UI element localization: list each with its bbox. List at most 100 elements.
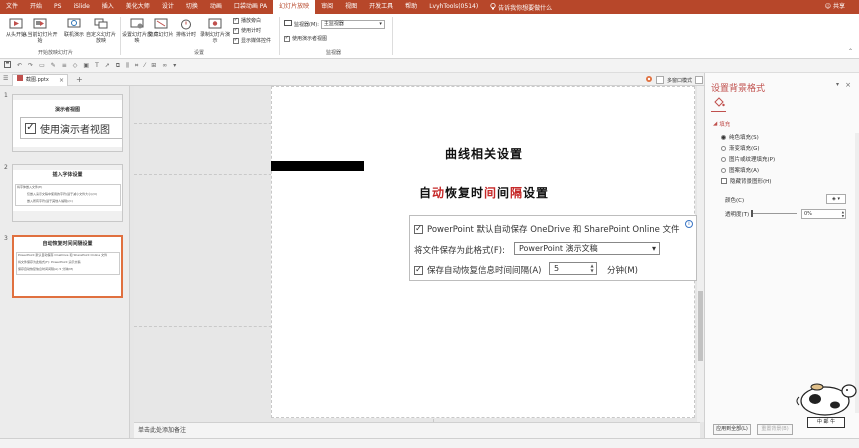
slide-vertical-scrollbar[interactable]	[697, 86, 704, 422]
close-tab-icon[interactable]: ×	[59, 75, 64, 86]
stopwatch-icon	[179, 17, 193, 30]
group-label-monitor: 监视器	[326, 50, 342, 56]
record-button[interactable]: 录制幻灯片演示	[198, 17, 232, 44]
slide-title-autorecover[interactable]: 自动恢复时间间隔设置	[272, 184, 696, 201]
fill-solid-radio[interactable]: 纯色填充(S)	[721, 133, 759, 141]
fill-pattern-radio[interactable]: 图案填充(A)	[721, 166, 759, 174]
tell-me-text: 告诉我你想要做什么	[498, 4, 553, 12]
custom-show-button[interactable]: 自定义幻灯片放映	[86, 17, 116, 44]
fill-picture-radio[interactable]: 图片或纹理填充(P)	[721, 155, 775, 163]
autorecover-interval-label: 保存自动恢复信息时间间隔(A)	[427, 266, 542, 276]
show-media-label: 显示媒体控件	[241, 38, 272, 44]
reset-background-button[interactable]: 重置背景(B)	[757, 424, 793, 435]
table-icon[interactable]: ⊞	[151, 62, 156, 69]
share-button[interactable]: ☺ 共享	[825, 0, 845, 14]
arrow-icon[interactable]: ➚	[105, 62, 110, 69]
notes-pane[interactable]: 单击此处添加备注	[134, 422, 700, 438]
tab-list-icon[interactable]: ☰	[3, 75, 8, 82]
shape-icon[interactable]: ◇	[73, 62, 78, 69]
hide-slide-label: 隐藏幻灯片	[148, 32, 174, 38]
customize-qat-icon[interactable]: ▾	[173, 62, 176, 69]
new-tab-button[interactable]: +	[76, 74, 83, 85]
use-presenter-checkbox[interactable]: ✓ 使用演示者视图	[284, 35, 327, 42]
autorecover-minutes-spinner[interactable]: 5 ▲ ▼	[549, 262, 597, 275]
pane-options-icon[interactable]: ▾	[836, 81, 839, 88]
color-picker-button[interactable]: ◈ ▾	[826, 194, 846, 204]
title-char-red: 隔	[510, 186, 524, 200]
format-painter-icon[interactable]: ✎	[51, 62, 56, 69]
hide-slide-button[interactable]: 隐藏幻灯片	[148, 17, 174, 38]
slider-knob[interactable]	[751, 210, 753, 217]
tab-review[interactable]: 审阅	[315, 0, 339, 14]
slide-title-curve[interactable]: 曲线相关设置	[272, 145, 696, 162]
save-format-dropdown[interactable]: PowerPoint 演示文稿	[514, 242, 660, 255]
tab-slideshow[interactable]: 幻灯片放映	[273, 0, 316, 14]
from-current-button[interactable]: 从当前幻灯片开始	[22, 17, 58, 44]
transparency-input[interactable]: 0% ▲ ▼	[801, 209, 846, 219]
rehearse-button[interactable]: 排练计时	[172, 17, 200, 38]
tab-lvyhtools[interactable]: LvyhTools(0514)	[423, 0, 484, 14]
distribute-icon[interactable]: ⫼	[126, 62, 129, 70]
monitor-icon	[284, 20, 292, 29]
tab-home[interactable]: 开始	[24, 0, 48, 14]
group-icon[interactable]: ⧉	[116, 62, 120, 70]
text-icon[interactable]: T	[95, 62, 99, 69]
use-timings-checkbox[interactable]: ✓ 使用计时	[233, 27, 261, 34]
fill-gradient-radio[interactable]: 渐变填充(G)	[721, 144, 760, 152]
save-icon[interactable]	[4, 61, 11, 70]
play-narration-checkbox[interactable]: ✓ 播放旁白	[233, 17, 261, 24]
tab-ps[interactable]: PS	[48, 0, 67, 14]
scrollbar-thumb[interactable]	[698, 291, 703, 361]
autosave-onedrive-option[interactable]: ✓ PowerPoint 默认自动保存 OneDrive 和 SharePoin…	[414, 223, 680, 235]
show-media-checkbox[interactable]: ✓ 显示媒体控件	[233, 37, 271, 44]
tab-file[interactable]: 文件	[0, 0, 24, 14]
pane-scrollbar[interactable]	[855, 133, 859, 413]
slide-thumbnail-2[interactable]: 插入字体设置 将字体嵌入文件(E) 仅嵌入演示文稿中使用的字符(适于减小文件大小…	[12, 164, 123, 222]
tab-design[interactable]: 设计	[156, 0, 180, 14]
tab-islide[interactable]: iSlide	[67, 0, 95, 14]
autosave-options-panel: i ✓ PowerPoint 默认自动保存 OneDrive 和 SharePo…	[409, 215, 697, 281]
align-icon[interactable]: ≡	[62, 62, 67, 69]
autorecover-interval-option[interactable]: ✓ 保存自动恢复信息时间间隔(A)	[414, 264, 541, 276]
slide-thumbnail-3[interactable]: 自动恢复时间间隔设置 PowerPoint 默认自动保存 OneDrive 和 …	[12, 235, 123, 298]
tab-transitions[interactable]: 切换	[180, 0, 204, 14]
close-pane-icon[interactable]: ×	[845, 81, 851, 89]
spinner-arrows-icon[interactable]: ▲ ▼	[588, 263, 596, 274]
tab-beautify[interactable]: 美化大师	[120, 0, 156, 14]
fill-section-header[interactable]: ◢ 填充	[713, 120, 730, 128]
transparency-slider[interactable]	[751, 210, 797, 217]
checkbox-checked[interactable]: ✓	[414, 224, 423, 234]
slide-thumbnail-1[interactable]: 演示者视图 ✓ 使用演示者视图	[12, 94, 123, 152]
quick-access-toolbar: ↶ ↷ ▭ ✎ ≡ ◇ ▣ T ➚ ⧉ ⫼ ⌗ ⁄ ⊞ ∞ ▾	[0, 59, 859, 73]
redo-icon[interactable]: ↷	[28, 62, 33, 69]
tab-help[interactable]: 帮助	[399, 0, 423, 14]
info-icon[interactable]: i	[685, 220, 693, 228]
document-tab[interactable]: 截图.pptx ×	[12, 74, 68, 86]
tab-developer[interactable]: 开发工具	[363, 0, 399, 14]
apply-to-all-button[interactable]: 应用到全部(L)	[713, 424, 751, 435]
tab-animations[interactable]: 动画	[204, 0, 228, 14]
spinner-arrows-icon[interactable]: ▲ ▼	[842, 210, 844, 218]
hide-background-checkbox[interactable]: 隐藏背景图形(H)	[721, 177, 771, 185]
eyedropper-icon[interactable]: ⁄	[144, 62, 145, 69]
crop-icon[interactable]: ⌗	[135, 62, 138, 70]
multi-window-mode[interactable]: 多窗口模式	[645, 75, 704, 85]
title-char-red: 间	[483, 186, 497, 200]
tab-pocket-animation[interactable]: 口袋动画 PA	[228, 0, 273, 14]
settings-icon[interactable]	[645, 75, 653, 85]
link-icon[interactable]: ∞	[162, 62, 167, 69]
undo-icon[interactable]: ↶	[17, 62, 22, 69]
paint-bucket-icon[interactable]	[713, 97, 725, 110]
thumbnail-title: 自动恢复时间间隔设置	[42, 241, 93, 247]
tab-insert[interactable]: 插入	[96, 0, 120, 14]
new-slide-icon[interactable]: ▭	[39, 62, 45, 69]
checkbox-checked[interactable]: ✓	[414, 265, 423, 275]
collapse-ribbon-icon[interactable]: ⌃	[848, 48, 853, 55]
monitor-dropdown[interactable]: 主监视器	[320, 20, 385, 29]
tab-view[interactable]: 视图	[339, 0, 363, 14]
tell-me-search[interactable]: 告诉我你想要做什么	[484, 2, 558, 12]
picture-icon[interactable]: ▣	[83, 62, 89, 69]
title-char: 恢复时	[444, 186, 484, 200]
monitor-label: 监视器(M):	[294, 22, 319, 28]
slide-canvas[interactable]: 曲线相关设置 自动恢复时间间隔设置 i ✓ PowerPoint 默认自动保存 …	[271, 86, 697, 418]
